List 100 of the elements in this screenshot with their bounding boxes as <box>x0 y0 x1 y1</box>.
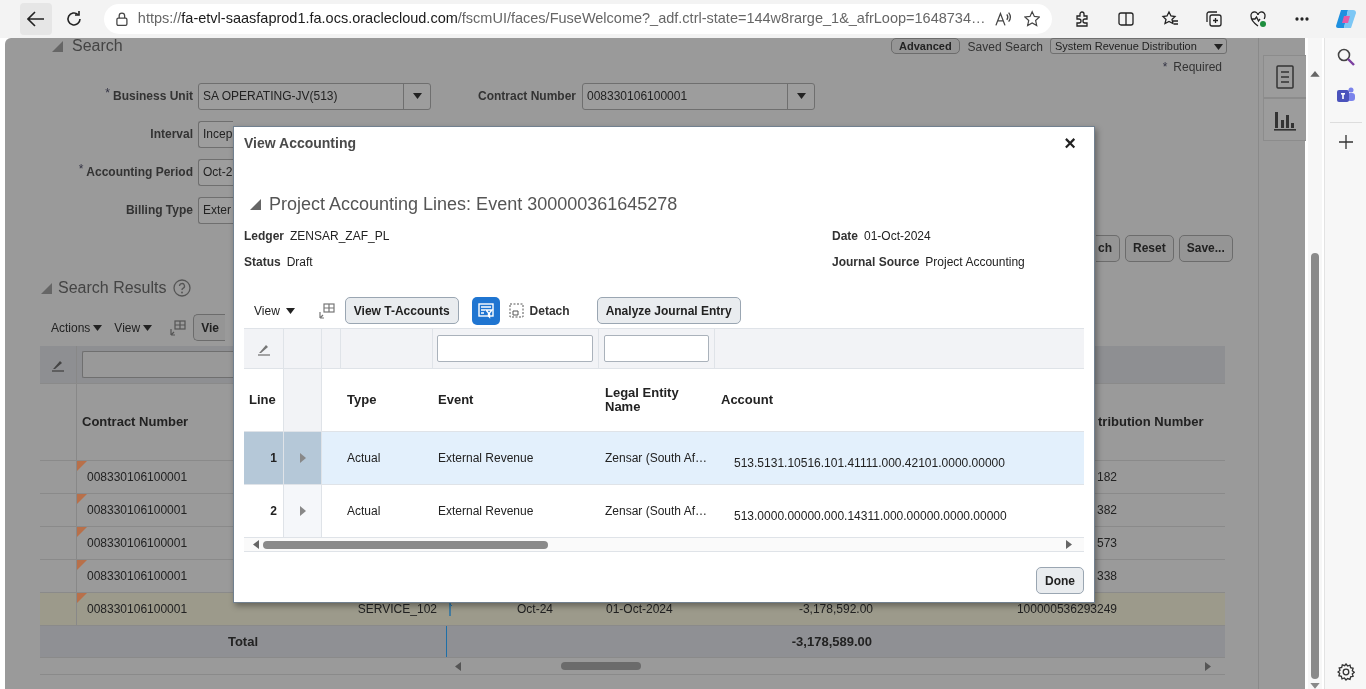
required-note: Required <box>1173 58 1222 76</box>
add-icon[interactable] <box>1338 135 1353 149</box>
favorites-icon[interactable] <box>1161 10 1179 28</box>
save-button[interactable]: Save... <box>1178 234 1233 262</box>
table-row[interactable]: 1 Actual External Revenue Zensar (South Af… 513.5131.10516.101.41111.000.42101.0000.00000 <box>244 432 1084 485</box>
table-cell-text: 382 <box>1096 502 1117 519</box>
table-cell-text: -3,178,592.00 <box>798 601 873 618</box>
table-cell-text: 008330106100001 <box>87 469 188 486</box>
url-text: https://fa-etvl-saasfaprod1.fa.ocs.oraclecloud.com/fscmUI/faces/FuseWelcome?_adf.ctrl-state=144w8rarge_1&_afrLoop=1648734… <box>137 9 986 29</box>
select-field[interactable]: SA OPERATING-JV(513) <box>198 82 431 110</box>
dialog-title: View Accounting <box>244 133 356 153</box>
advanced-button[interactable]: Advanced <box>891 38 960 54</box>
scrollbar-thumb[interactable] <box>1311 252 1319 680</box>
puzzle-icon[interactable] <box>1073 10 1091 28</box>
column-header: Type <box>347 391 377 410</box>
analyze-button[interactable]: Analyze Journal Entry <box>596 297 741 324</box>
star-icon[interactable] <box>1023 10 1040 28</box>
scroll-right-icon[interactable] <box>1066 540 1072 549</box>
table-cell-text: 008330106100001 <box>87 502 188 519</box>
health-icon[interactable] <box>1249 10 1267 28</box>
freeze-columns-icon[interactable] <box>170 319 187 336</box>
row-number-cell: 1 <box>244 432 284 484</box>
teams-icon[interactable] <box>1335 86 1356 104</box>
scroll-down-icon[interactable] <box>1310 683 1320 689</box>
column-header: Contract Number <box>82 413 189 432</box>
t-accounts-button[interactable]: View T-Accounts <box>344 297 459 324</box>
corner-marker-icon <box>77 560 87 570</box>
scrollbar-thumb[interactable] <box>561 662 641 670</box>
total-amount: -3,178,589.00 <box>791 632 872 651</box>
search-button[interactable]: ch <box>1096 234 1120 262</box>
scroll-up-icon[interactable] <box>1310 71 1320 77</box>
vertical-scrollbar[interactable] <box>1308 38 1322 689</box>
done-button[interactable]: Done <box>1036 567 1084 594</box>
corner-marker-icon <box>77 494 87 504</box>
field-label: Date <box>832 228 858 245</box>
field-value: 01-Oct-2024 <box>864 228 931 245</box>
search-icon[interactable] <box>1336 48 1355 66</box>
detach-icon <box>508 303 524 318</box>
document-icon[interactable] <box>1263 55 1306 98</box>
table-cell-text: Zensar (South Af… <box>605 503 708 520</box>
table-cell-text: 513.0000.00000.000.14311.000.00000.0000.00000 <box>734 508 1007 525</box>
settings-icon[interactable] <box>1336 663 1355 681</box>
close-button[interactable]: × <box>1064 133 1076 153</box>
caret-icon <box>93 324 103 331</box>
text-field[interactable]: Oct-2 <box>198 158 233 186</box>
table-cell-text: Actual <box>347 450 381 467</box>
corner-marker-icon <box>77 461 87 471</box>
read-aloud-icon[interactable] <box>995 11 1014 27</box>
field-label: Status <box>244 254 281 271</box>
help-icon[interactable] <box>172 279 191 297</box>
lock-icon <box>116 11 128 27</box>
actions-menu[interactable]: Actions <box>51 318 103 337</box>
expand-icon[interactable] <box>299 453 306 463</box>
scroll-left-icon[interactable] <box>455 661 461 671</box>
freeze-columns-icon[interactable] <box>318 303 335 320</box>
table-cell-text: 513.5131.10516.101.41111.000.42101.0000.00000 <box>734 455 1005 472</box>
field-label: Ledger <box>244 228 284 245</box>
filter-icon <box>477 302 494 319</box>
split-screen-icon[interactable] <box>1117 10 1135 28</box>
toolbar-button[interactable]: Vie <box>193 314 226 341</box>
field-label: Saved Search <box>967 39 1043 56</box>
view-menu[interactable]: View <box>114 318 153 337</box>
select-field[interactable]: 008330106100001 <box>582 82 815 110</box>
reset-button[interactable]: Reset <box>1125 234 1174 262</box>
table-cell-text: 100000536293249 <box>1016 601 1117 618</box>
caret-icon <box>285 307 295 314</box>
field-value: Draft <box>286 254 313 271</box>
column-header: Line <box>249 391 276 410</box>
field-label: Business Unit <box>113 88 193 105</box>
address-bar[interactable]: https://fa-etvl-saasfaprod1.fa.ocs.oraclecloud.com/fscmUI/faces/FuseWelcome?_adf.ctrl-state=144w8rarge_1&_afrLoop=1648734… <box>104 4 1052 34</box>
filter-toggle-button[interactable] <box>471 296 500 325</box>
scrollbar-thumb[interactable] <box>263 540 548 549</box>
required-mark: * <box>105 85 110 102</box>
collections-icon[interactable] <box>1205 10 1223 28</box>
collapse-triangle-icon[interactable] <box>250 198 261 210</box>
table-cell-text: Zensar (South Af… <box>605 450 708 467</box>
filter-field[interactable] <box>82 351 233 378</box>
text-field[interactable]: Incep <box>198 120 233 148</box>
table-cell-text: 01-Oct-2024 <box>606 601 673 618</box>
detach-button[interactable]: Detach <box>508 301 570 320</box>
text-field[interactable]: Exter <box>198 196 233 224</box>
saved-search-select[interactable]: System Revenue Distribution <box>1050 38 1227 54</box>
back-button[interactable] <box>20 3 52 35</box>
table-cell-text: 008330106100001 <box>87 568 188 585</box>
scroll-left-icon[interactable] <box>253 540 259 549</box>
refresh-icon[interactable] <box>65 10 83 28</box>
table-row[interactable]: 2 Actual External Revenue Zensar (South Af… 513.0000.00000.000.14311.000.00000.0000.00000 <box>244 485 1084 538</box>
filter-field[interactable] <box>437 335 593 362</box>
column-marker-icon <box>449 602 453 616</box>
view-menu[interactable]: View <box>254 301 295 320</box>
table-cell-text: Oct-24 <box>517 601 553 618</box>
required-mark: * <box>1162 58 1168 76</box>
bar-chart-icon[interactable] <box>1263 98 1306 141</box>
scroll-right-icon[interactable] <box>1205 661 1211 671</box>
copilot-icon[interactable] <box>1335 8 1357 30</box>
table-cell-text: SERVICE_102 <box>357 601 437 618</box>
expand-icon[interactable] <box>299 506 306 516</box>
field-value: Project Accounting <box>925 254 1025 271</box>
filter-field[interactable] <box>604 335 709 362</box>
caret-icon <box>796 93 806 99</box>
